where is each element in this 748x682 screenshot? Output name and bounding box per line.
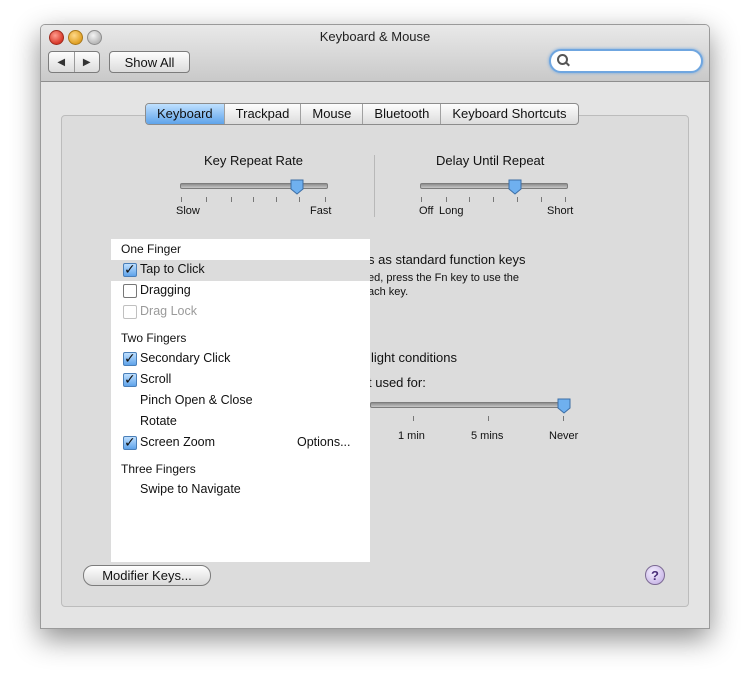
- tick: [253, 197, 254, 202]
- tick: [565, 197, 566, 202]
- screen-zoom-options-button[interactable]: Options...: [297, 435, 351, 449]
- swipe-row: Swipe to Navigate: [111, 480, 370, 501]
- divider: [374, 155, 375, 217]
- tab-mouse[interactable]: Mouse: [301, 104, 364, 124]
- trackpad-gestures-panel: One Finger Tap to Click Dragging Drag Lo…: [111, 239, 370, 562]
- tick: [181, 197, 182, 202]
- drag-lock-label: Drag Lock: [140, 304, 197, 318]
- tick: [517, 197, 518, 202]
- scroll-label: Scroll: [140, 372, 172, 386]
- key-repeat-slider-thumb[interactable]: [290, 179, 304, 195]
- delay-repeat-label: Delay Until Repeat: [436, 153, 545, 168]
- backlight-timeout-label: t used for:: [368, 375, 426, 390]
- modifier-keys-button[interactable]: Modifier Keys...: [83, 565, 211, 586]
- help-icon[interactable]: ?: [645, 565, 665, 585]
- fast-label: Fast: [310, 205, 332, 217]
- secondary-click-checkbox[interactable]: [123, 350, 137, 367]
- title-bar: Keyboard & Mouse ◀ ▶ Show All: [41, 25, 709, 82]
- pinch-label: Pinch Open & Close: [140, 393, 253, 407]
- back-arrow-icon[interactable]: ◀: [49, 52, 75, 72]
- tick: [469, 197, 470, 202]
- fn-keys-checkbox-label[interactable]: s as standard function keys: [368, 252, 526, 267]
- dragging-checkbox[interactable]: [123, 284, 137, 298]
- tick: [206, 197, 207, 202]
- rotate-row: Rotate: [111, 412, 370, 433]
- tick-label-never: Never: [549, 430, 579, 442]
- fn-keys-description-line: ed, press the Fn key to use the: [368, 272, 520, 284]
- pinch-row: Pinch Open & Close: [111, 391, 370, 412]
- search-field[interactable]: [549, 49, 703, 73]
- one-finger-heading: One Finger: [121, 242, 182, 256]
- tick: [276, 197, 277, 202]
- tab-keyboard[interactable]: Keyboard: [146, 104, 225, 124]
- preferences-window: Keyboard & Mouse ◀ ▶ Show All Keyboard T…: [40, 24, 710, 629]
- tab-keyboard-shortcuts[interactable]: Keyboard Shortcuts: [441, 104, 577, 124]
- tick: [413, 416, 414, 421]
- long-label: Long: [439, 205, 464, 217]
- tick: [446, 197, 447, 202]
- show-all-button[interactable]: Show All: [109, 51, 190, 73]
- tab-bar: Keyboard Trackpad Mouse Bluetooth Keyboa…: [145, 103, 579, 125]
- nav-back-forward: ◀ ▶: [48, 51, 100, 73]
- scroll-row[interactable]: Scroll: [111, 370, 370, 391]
- tab-trackpad[interactable]: Trackpad: [225, 104, 302, 124]
- forward-arrow-icon[interactable]: ▶: [75, 52, 100, 72]
- search-icon-handle: [565, 61, 570, 67]
- tap-to-click-row[interactable]: Tap to Click: [111, 260, 370, 281]
- tap-to-click-checkbox[interactable]: [123, 261, 137, 278]
- off-label: Off: [419, 205, 434, 217]
- search-input[interactable]: [573, 52, 695, 70]
- three-fingers-heading: Three Fingers: [121, 462, 196, 476]
- two-fingers-heading: Two Fingers: [121, 331, 187, 345]
- delay-repeat-slider[interactable]: [420, 183, 568, 189]
- backlight-timeout-slider[interactable]: [370, 402, 570, 408]
- drag-lock-row: Drag Lock: [111, 302, 370, 323]
- tick: [488, 416, 489, 421]
- key-repeat-label: Key Repeat Rate: [204, 153, 304, 168]
- illuminate-keyboard-label[interactable]: light conditions: [371, 350, 457, 365]
- delay-repeat-slider-thumb[interactable]: [508, 179, 522, 195]
- secondary-click-label: Secondary Click: [140, 351, 231, 365]
- tick: [563, 416, 564, 421]
- tick: [299, 197, 300, 202]
- screen-zoom-row[interactable]: Screen Zoom Options...: [111, 433, 370, 454]
- screen-zoom-label: Screen Zoom: [140, 435, 216, 449]
- tab-bluetooth[interactable]: Bluetooth: [363, 104, 442, 124]
- drag-lock-checkbox: [123, 305, 137, 319]
- swipe-label: Swipe to Navigate: [140, 482, 241, 496]
- tick: [325, 197, 326, 202]
- tick: [541, 197, 542, 202]
- key-repeat-slider[interactable]: [180, 183, 328, 189]
- fn-keys-description-line: ach key.: [368, 286, 409, 298]
- tick-label-5-mins: 5 mins: [471, 430, 504, 442]
- secondary-click-row[interactable]: Secondary Click: [111, 349, 370, 370]
- backlight-timeout-slider-thumb[interactable]: [557, 398, 571, 414]
- tap-to-click-label: Tap to Click: [140, 262, 205, 276]
- tick: [493, 197, 494, 202]
- tick: [231, 197, 232, 202]
- slow-label: Slow: [176, 205, 200, 217]
- window-title: Keyboard & Mouse: [319, 29, 431, 44]
- rotate-label: Rotate: [140, 414, 177, 428]
- dragging-row[interactable]: Dragging: [111, 281, 370, 302]
- screen-zoom-checkbox[interactable]: [123, 434, 137, 451]
- tick-label-1-min: 1 min: [398, 430, 425, 442]
- short-label: Short: [547, 205, 574, 217]
- tick: [421, 197, 422, 202]
- dragging-label: Dragging: [140, 283, 191, 297]
- scroll-checkbox[interactable]: [123, 371, 137, 388]
